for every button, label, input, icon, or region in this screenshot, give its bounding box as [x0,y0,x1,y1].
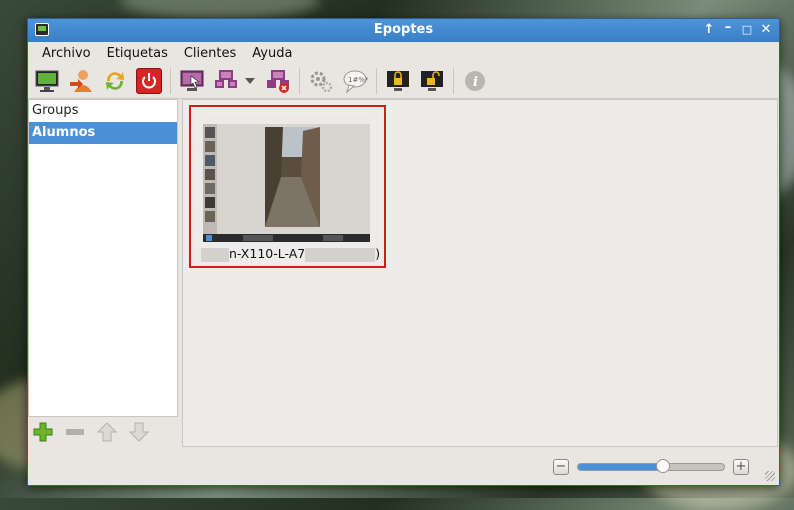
toolbar-separator [299,68,300,94]
toolbar: 1#%* i [28,64,779,99]
stop-broadcast-icon[interactable] [265,68,291,94]
refresh-icon[interactable] [102,68,128,94]
zoom-in-button[interactable]: + [733,459,749,475]
svg-text:1#%*: 1#%* [348,76,368,84]
move-up-icon[interactable] [96,421,118,443]
client-screen-preview [203,117,370,242]
broadcast-screen-icon[interactable] [179,68,205,94]
zoom-out-button[interactable]: − [553,459,569,475]
window-title: Epoptes [373,22,434,37]
add-icon[interactable] [32,421,54,443]
toolbar-separator [453,68,454,94]
toolbar-separator [376,68,377,94]
info-icon[interactable]: i [462,68,488,94]
unlock-screen-icon[interactable] [419,68,445,94]
chevron-down-icon[interactable] [245,78,255,84]
keep-above-icon[interactable]: ↑ [701,22,717,37]
client-label: n-X110-L-A7) [201,246,381,262]
redacted-block [201,247,229,262]
group-alumnos-detectados[interactable]: Alumnos detectados [29,122,177,162]
client-desktop-image [203,117,370,242]
lock-screen-icon[interactable] [385,68,411,94]
resize-grip[interactable] [765,471,775,481]
toolbar-separator [170,68,171,94]
client-thumbnail[interactable]: n-X110-L-A7) [189,105,386,268]
zoom-slider-handle[interactable] [655,459,670,473]
app-window: Epoptes ↑ – □ ✕ Archivo Etiquetas Client… [27,18,780,486]
menu-etiquetas[interactable]: Etiquetas [99,46,176,61]
move-down-icon[interactable] [128,421,150,443]
close-button[interactable]: ✕ [758,22,774,37]
zoom-slider[interactable] [577,459,725,473]
maximize-button[interactable]: □ [739,23,755,36]
minimize-button[interactable]: – [720,20,736,35]
menu-bar: Archivo Etiquetas Clientes Ayuda [28,42,779,64]
title-bar[interactable]: Epoptes ↑ – □ ✕ [28,19,779,42]
client-name: n-X110-L-A7 [229,246,306,261]
execute-command-icon[interactable] [308,68,334,94]
menu-ayuda[interactable]: Ayuda [244,46,300,61]
groups-panel: Groups Alumnos detectados [28,99,178,417]
groups-header: Groups [32,103,79,118]
remove-icon[interactable] [64,421,86,443]
clients-view: n-X110-L-A7) [182,99,778,447]
user-login-icon[interactable] [68,68,94,94]
zoom-slider-fill [578,464,663,470]
power-icon[interactable] [136,68,162,94]
send-message-icon[interactable]: 1#%* [342,68,369,94]
menu-archivo[interactable]: Archivo [34,46,99,61]
client-name-tail: ) [375,246,381,261]
svg-text:i: i [473,75,478,90]
menu-clientes[interactable]: Clientes [176,46,244,61]
status-bar: − + [28,449,779,485]
broadcast-window-icon[interactable] [213,68,239,94]
group-buttons [28,417,178,447]
redacted-block [305,247,376,262]
monitor-icon[interactable] [34,68,60,94]
